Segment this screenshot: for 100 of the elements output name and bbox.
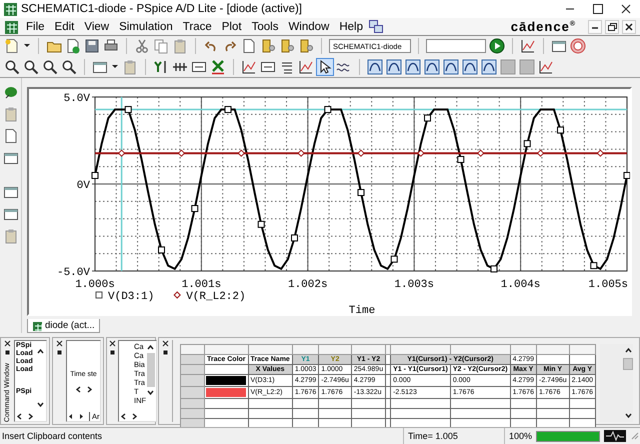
zoom-fit-icon[interactable] — [61, 58, 77, 74]
square-marker — [158, 246, 165, 254]
axis-title: Time — [348, 305, 376, 314]
diamond-marker — [357, 150, 365, 157]
clipboard-icon[interactable] — [122, 58, 138, 74]
axis-tick-label: 5.0V — [64, 93, 90, 105]
app-menu-icon[interactable] — [4, 20, 18, 34]
menu-item[interactable]: Edit — [50, 20, 80, 32]
chart-icon[interactable] — [298, 58, 314, 74]
diamond-marker — [477, 150, 484, 157]
axis-tick-label: 1.004s — [500, 279, 540, 291]
minimize-icon[interactable] — [588, 20, 602, 34]
chevron-right-icon[interactable] — [86, 386, 92, 393]
scrollbar-thumb[interactable] — [146, 353, 155, 387]
chevron-right-icon[interactable] — [27, 413, 34, 420]
axis-tick-label: 1.003s — [394, 279, 434, 291]
save-icon[interactable] — [84, 38, 100, 54]
chevron-down-icon[interactable] — [624, 412, 632, 419]
x-axis-icon[interactable] — [210, 58, 226, 74]
chevron-left-icon[interactable] — [16, 413, 23, 420]
schematic-icon — [32, 320, 42, 330]
square-marker — [590, 262, 598, 270]
chevron-down-icon[interactable] — [37, 401, 44, 408]
pin-icon[interactable] — [4, 349, 11, 356]
window-icon[interactable] — [551, 38, 567, 54]
peak-icon[interactable] — [367, 58, 383, 74]
triangle-right-icon[interactable] — [78, 413, 85, 420]
menu-item[interactable]: Tools — [246, 20, 284, 32]
percent-readout: 100% — [508, 431, 532, 441]
square-marker — [124, 106, 132, 114]
chevron-left-icon[interactable] — [74, 386, 82, 393]
marker-icon[interactable] — [260, 38, 276, 54]
menu-item[interactable]: Window — [283, 20, 334, 32]
restore-icon[interactable] — [605, 20, 619, 34]
copy-icon[interactable] — [153, 38, 169, 54]
square-marker — [224, 106, 232, 114]
cursor-line[interactable] — [120, 97, 122, 271]
new-file-icon[interactable] — [4, 38, 20, 54]
diamond-marker — [238, 150, 245, 157]
square-marker — [291, 234, 298, 242]
diamond-marker — [536, 150, 544, 157]
chevron-up-icon[interactable] — [37, 348, 44, 355]
menu-item[interactable]: File — [21, 20, 50, 32]
y-axis-icon[interactable] — [153, 58, 169, 74]
resize-grip-icon[interactable] — [630, 431, 640, 441]
menu-item[interactable]: Simulation — [114, 20, 178, 32]
document-tab[interactable]: diode (act... — [27, 319, 100, 333]
diamond-marker — [417, 150, 425, 157]
close-icon[interactable] — [109, 340, 116, 347]
axis-tick-label: 1.000s — [75, 279, 115, 291]
square-marker — [390, 256, 398, 263]
square-marker — [424, 114, 431, 122]
menu-item[interactable]: Plot — [216, 20, 247, 32]
chevron-right-icon[interactable] — [131, 413, 138, 420]
pin-icon[interactable] — [56, 349, 63, 356]
square-marker — [324, 106, 332, 114]
diamond-marker — [178, 150, 186, 157]
marker-icon[interactable] — [298, 38, 314, 54]
window-title: SCHEMATIC1-diode - PSpice A/D Lite - [diode (active)] — [21, 3, 304, 15]
pointer-icon[interactable] — [317, 58, 333, 74]
chevron-up-icon[interactable] — [624, 347, 632, 354]
chart-icon[interactable] — [538, 58, 554, 74]
menu-item[interactable]: View — [79, 20, 114, 32]
zoom-in-icon[interactable] — [4, 58, 20, 74]
zoom-out-icon[interactable] — [23, 58, 39, 74]
square-marker — [191, 205, 198, 212]
pin-icon[interactable] — [109, 349, 116, 356]
run-icon[interactable] — [489, 38, 505, 54]
close-icon[interactable] — [162, 340, 169, 347]
diamond-marker — [596, 150, 604, 157]
chart-icon[interactable] — [241, 58, 257, 74]
chevron-up-icon[interactable] — [147, 344, 154, 351]
square-marker — [92, 172, 98, 179]
document-icon[interactable] — [65, 38, 81, 54]
legend-marker — [174, 291, 181, 299]
document-icon[interactable] — [2, 128, 18, 144]
zoom-area-icon[interactable] — [42, 58, 58, 74]
probe-icon[interactable] — [2, 84, 18, 100]
triangle-left-icon[interactable] — [67, 413, 74, 420]
menu-item[interactable]: Trace — [178, 20, 217, 32]
close-icon[interactable] — [56, 340, 63, 347]
menu-item[interactable]: Help — [334, 20, 368, 32]
scrollbar-thumb[interactable] — [623, 358, 633, 370]
chevron-left-icon[interactable] — [120, 413, 127, 420]
close-icon[interactable] — [4, 340, 11, 347]
windows-icon[interactable] — [368, 18, 384, 34]
legend-label: V(D3:1) — [108, 291, 154, 303]
cut-icon[interactable] — [134, 38, 150, 54]
stop-icon[interactable] — [570, 38, 586, 54]
pin-icon[interactable] — [162, 349, 169, 356]
cursor-line[interactable] — [95, 108, 627, 110]
chart-icon[interactable] — [520, 38, 536, 54]
chevron-down-icon[interactable] — [147, 389, 154, 396]
profile-field[interactable] — [426, 39, 486, 53]
square-marker — [258, 220, 265, 228]
legend-label: V(R_L2:2) — [186, 291, 246, 303]
diamond-marker — [118, 150, 126, 157]
document-icon[interactable] — [241, 38, 257, 54]
marker-icon[interactable] — [279, 38, 295, 54]
legend-marker — [96, 292, 102, 298]
